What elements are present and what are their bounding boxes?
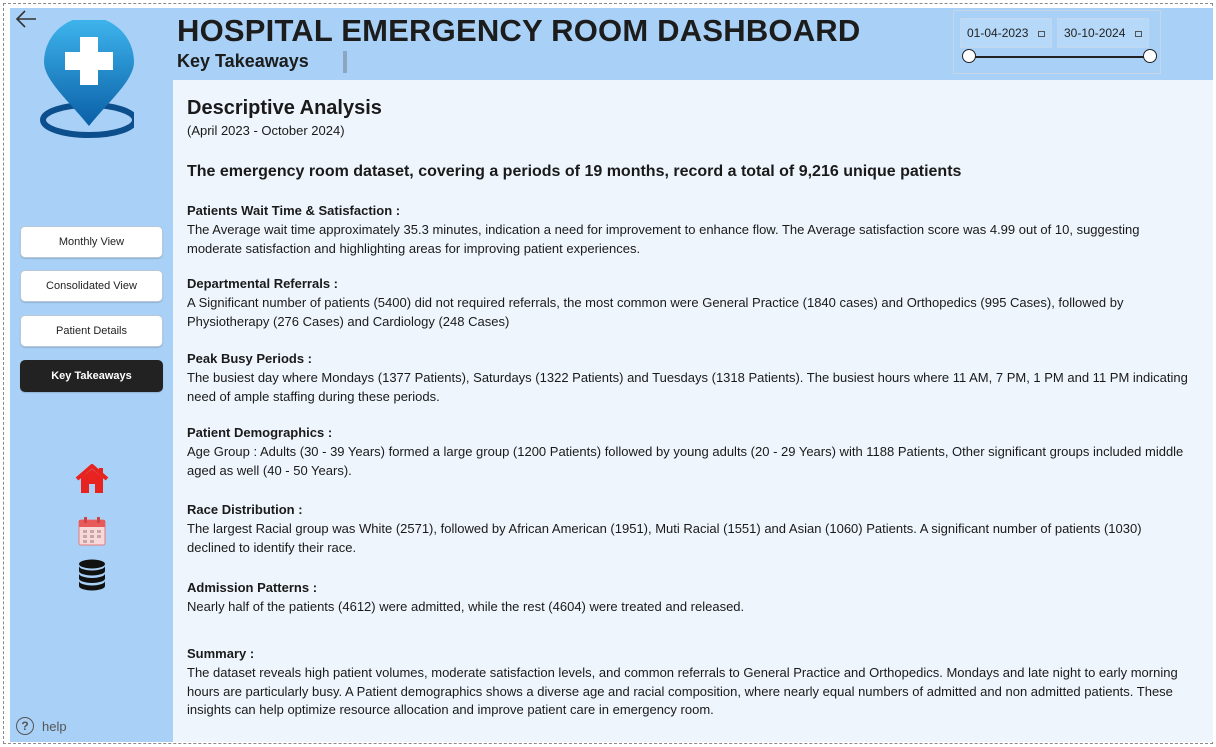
section-body: Age Group : Adults (30 - 39 Years) forme…	[187, 444, 1184, 478]
nav-key-takeaways-button[interactable]: Key Takeaways	[20, 360, 163, 392]
nav-monthly-view-button[interactable]: Monthly View	[20, 226, 163, 258]
date-range-slicer: 01-04-2023 30-10-2024	[953, 10, 1161, 74]
section-body: The Average wait time approximately 35.3…	[187, 222, 1140, 256]
nav-patient-details-button[interactable]: Patient Details	[20, 315, 163, 347]
end-date-input[interactable]: 30-10-2024	[1057, 18, 1149, 48]
section-body: Nearly half of the patients (4612) were …	[187, 599, 745, 614]
page-subtitle: Key Takeaways	[177, 51, 309, 71]
calendar-small-icon	[1135, 31, 1142, 37]
takeaways-panel: Descriptive Analysis (April 2023 - Octob…	[173, 80, 1213, 742]
analysis-lead: The emergency room dataset, covering a p…	[187, 163, 962, 180]
section-body: The busiest day where Mondays (1377 Pati…	[187, 370, 1188, 404]
section-title: Patient Demographics :	[187, 425, 333, 440]
section-body: The largest Racial group was White (2571…	[187, 521, 1142, 555]
calendar-small-icon	[1038, 31, 1045, 37]
page-title: HOSPITAL EMERGENCY ROOM DASHBOARD	[177, 13, 861, 48]
start-date-input[interactable]: 01-04-2023	[960, 18, 1052, 48]
help-icon: ?	[16, 717, 34, 735]
date-slider-track[interactable]	[969, 56, 1151, 58]
section-title: Admission Patterns :	[187, 580, 318, 595]
section-title: Peak Busy Periods :	[187, 351, 312, 366]
help-label: help	[42, 718, 67, 734]
section-title: Patients Wait Time & Satisfaction :	[187, 203, 401, 218]
home-icon[interactable]	[74, 462, 110, 496]
analysis-date-range: (April 2023 - October 2024)	[187, 123, 345, 138]
database-icon[interactable]	[74, 558, 110, 592]
subtitle-divider	[343, 51, 347, 73]
start-date-value: 01-04-2023	[967, 26, 1029, 40]
nav-consolidated-view-button[interactable]: Consolidated View	[20, 270, 163, 302]
hospital-location-logo	[40, 20, 134, 138]
back-arrow-icon[interactable]	[14, 8, 38, 30]
date-slider-end-handle[interactable]	[1143, 49, 1157, 63]
section-title: Departmental Referrals :	[187, 276, 338, 291]
calendar-icon[interactable]	[74, 514, 110, 548]
header-banner: HOSPITAL EMERGENCY ROOM DASHBOARD Key Ta…	[173, 8, 1213, 80]
end-date-value: 30-10-2024	[1064, 26, 1126, 40]
section-title: Race Distribution :	[187, 502, 303, 517]
help-link[interactable]: ? help	[16, 717, 67, 735]
analysis-heading: Descriptive Analysis	[187, 97, 382, 119]
section-body: The dataset reveals high patient volumes…	[187, 665, 1178, 717]
section-body: A Significant number of patients (5400) …	[187, 295, 1124, 329]
date-slider-start-handle[interactable]	[962, 49, 976, 63]
section-title: Summary :	[187, 646, 255, 661]
